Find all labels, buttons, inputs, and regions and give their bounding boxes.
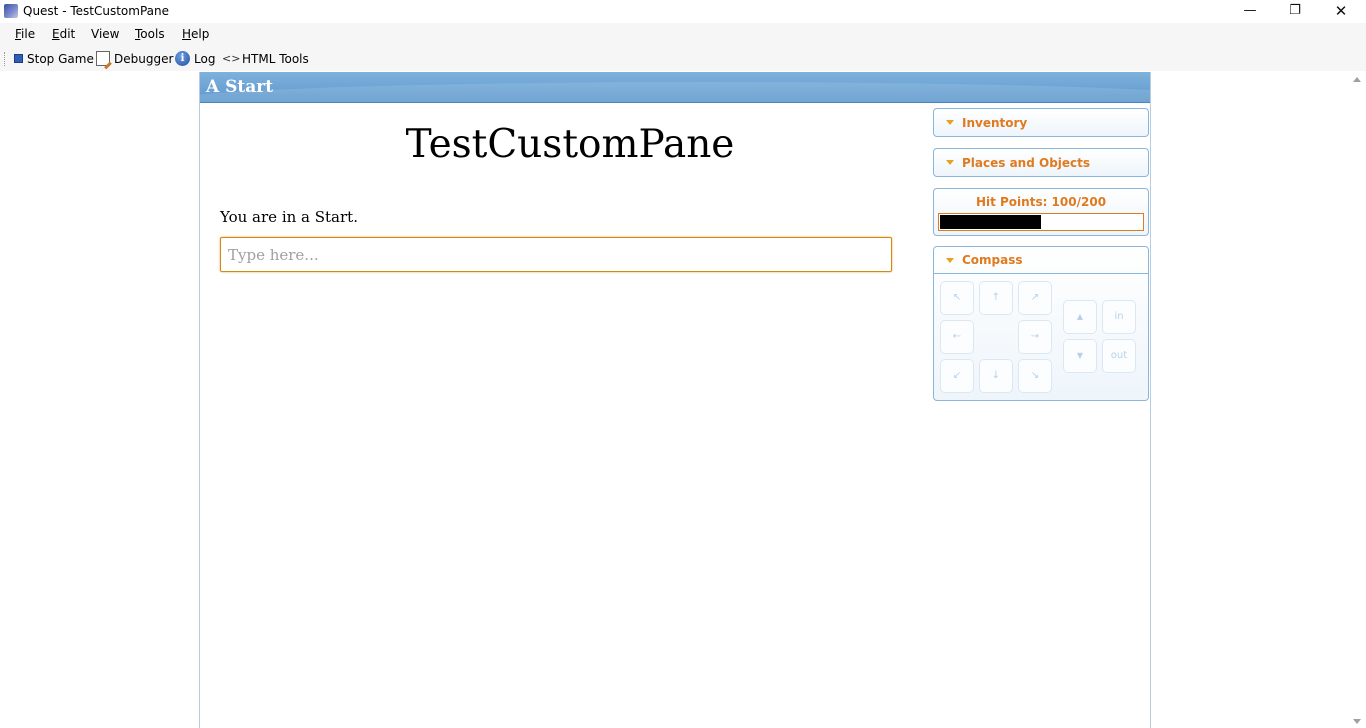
title-bar: Quest - TestCustomPane — ❐ ✕	[0, 0, 1366, 23]
log-label: Log	[194, 51, 216, 66]
compass-label: Compass	[962, 253, 1023, 267]
room-description: You are in a Start.	[220, 208, 358, 226]
menu-tools[interactable]: Tools	[135, 27, 165, 41]
compass-in-button[interactable]: in	[1102, 300, 1136, 334]
compass-southeast-button[interactable]: ↘	[1018, 359, 1052, 393]
hit-points-fill	[940, 215, 1041, 229]
debugger-icon	[96, 51, 110, 66]
minimize-button[interactable]: —	[1227, 0, 1273, 23]
inventory-pane[interactable]: Inventory	[933, 108, 1149, 137]
debugger-button[interactable]: Debugger	[96, 50, 173, 67]
collapse-triangle-icon	[946, 120, 954, 125]
menu-help-label: elp	[191, 27, 210, 41]
stop-game-button[interactable]: Stop Game	[14, 50, 94, 67]
menu-tools-label: ools	[140, 27, 165, 41]
compass-northwest-button[interactable]: ↖	[940, 281, 974, 315]
quest-app-icon	[4, 4, 18, 18]
close-button[interactable]: ✕	[1318, 0, 1364, 23]
toolbar-grip[interactable]	[4, 52, 7, 66]
collapse-triangle-icon	[946, 160, 954, 165]
location-name: A Start	[206, 77, 274, 97]
log-button[interactable]: i Log	[175, 50, 215, 67]
compass-northeast-button[interactable]: ↗	[1018, 281, 1052, 315]
compass-out-button[interactable]: out	[1102, 339, 1136, 373]
html-tools-label: HTML Tools	[242, 51, 309, 66]
menu-help[interactable]: Help	[182, 27, 209, 41]
location-bar: A Start	[200, 72, 1150, 103]
menu-help-accel: H	[182, 27, 192, 41]
compass-west-button[interactable]: ←	[940, 320, 974, 354]
html-tools-button[interactable]: <> HTML Tools	[222, 50, 309, 67]
compass-southwest-button[interactable]: ↙	[940, 359, 974, 393]
compass-down-button[interactable]: ▼	[1063, 339, 1097, 373]
vertical-scrollbar[interactable]	[1349, 71, 1366, 728]
compass-header[interactable]: Compass	[934, 247, 1148, 274]
inventory-label: Inventory	[962, 115, 1028, 130]
menu-edit[interactable]: Edit	[52, 27, 75, 41]
debugger-label: Debugger	[114, 51, 174, 66]
menu-edit-accel: E	[52, 27, 60, 41]
menu-view-label: View	[91, 27, 120, 41]
window-title: Quest - TestCustomPane	[23, 4, 169, 18]
collapse-triangle-icon	[946, 257, 954, 263]
menu-file[interactable]: File	[15, 27, 35, 41]
game-title: TestCustomPane	[405, 122, 735, 167]
scroll-up-arrow-icon[interactable]	[1353, 77, 1361, 82]
command-input[interactable]	[220, 237, 892, 272]
hit-points-label: Hit Points: 100/200	[975, 195, 1107, 209]
places-objects-header[interactable]: Places and Objects	[934, 149, 1148, 176]
places-objects-pane[interactable]: Places and Objects	[933, 148, 1149, 177]
compass-east-button[interactable]: →	[1018, 320, 1052, 354]
status-pane: Hit Points: 100/200	[933, 188, 1149, 236]
inventory-header[interactable]: Inventory	[934, 109, 1148, 136]
compass-south-button[interactable]: ↓	[979, 359, 1013, 393]
hit-points-bar	[938, 213, 1144, 231]
game-frame: A Start TestCustomPane You are in a Star…	[199, 72, 1151, 728]
info-icon: i	[175, 51, 190, 66]
restore-button[interactable]: ❐	[1272, 0, 1318, 23]
compass-up-button[interactable]: ▲	[1063, 300, 1097, 334]
html-tools-icon: <>	[222, 52, 241, 65]
scroll-down-arrow-icon[interactable]	[1353, 719, 1361, 724]
menu-bar: File Edit View Tools Help	[0, 23, 1366, 46]
toolbar: Stop Game Debugger i Log <> HTML Tools	[0, 46, 1366, 71]
compass-pane: Compass ↖ ↑ ↗ ← → ↙ ↓ ↘ ▲ in ▼ out	[933, 246, 1149, 401]
places-objects-label: Places and Objects	[962, 155, 1091, 170]
stop-icon	[14, 54, 23, 63]
menu-view[interactable]: View	[91, 27, 119, 41]
menu-file-label: ile	[21, 27, 36, 41]
stop-game-label: Stop Game	[27, 51, 94, 66]
menu-edit-label: dit	[59, 27, 76, 41]
compass-north-button[interactable]: ↑	[979, 281, 1013, 315]
